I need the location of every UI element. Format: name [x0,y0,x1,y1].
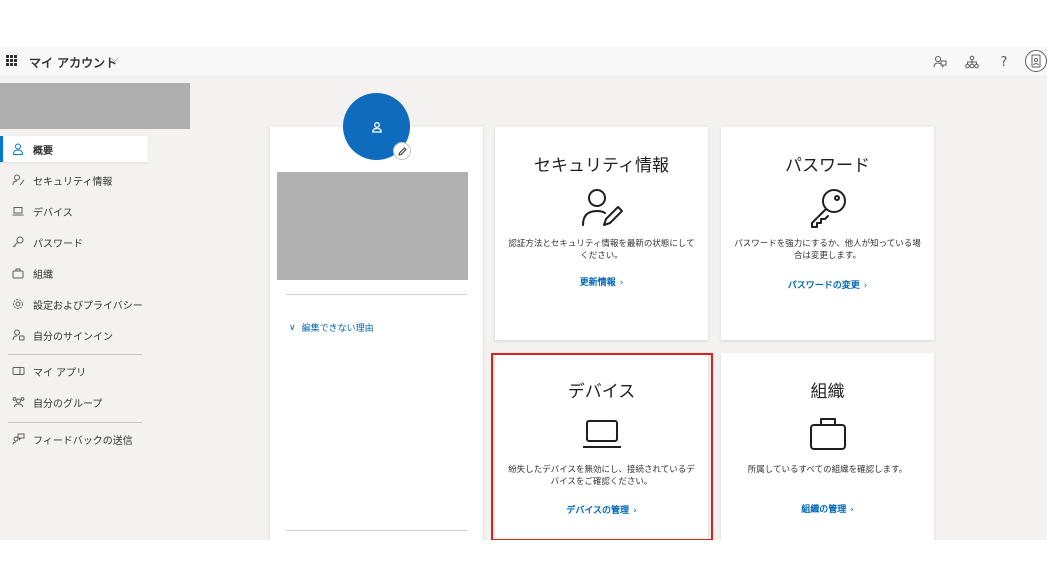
sidebar-item-devices[interactable]: デバイス [0,198,148,224]
sidebar-item-password[interactable]: パスワード [0,229,148,255]
profile-details-redacted [277,172,468,280]
app-launcher-icon[interactable] [6,55,17,66]
help-icon[interactable]: ? [994,52,1014,72]
sidebar-divider [8,422,142,423]
person-pencil-icon [580,187,624,229]
chevron-right-icon: › [863,281,868,291]
tile-description: 所属しているすべての組織を確認します。 [747,465,908,475]
link-label: パスワードの変更 [787,281,860,291]
sidebar-item-label: 設定およびプライバシー [33,301,143,312]
manage-organizations-link[interactable]: 組織の管理 › [721,502,934,515]
briefcase-icon [11,266,25,280]
update-info-link[interactable]: 更新情報 › [495,275,708,288]
app-title-chevron-icon[interactable]: ⌵ [111,54,119,65]
sidebar-item-send-feedback[interactable]: フィードバックの送信 [0,426,148,452]
sidebar-item-label: 自分のグループ [33,399,103,410]
briefcase-icon [806,413,850,455]
why-cannot-edit-label: 編集できない理由 [301,324,374,334]
tile-title: パスワード [785,156,870,176]
sidebar-item-label: パスワード [33,239,83,250]
sidebar-divider [8,354,142,355]
sidebar-item-label: フィードバックの送信 [33,436,133,447]
sidebar-item-my-apps[interactable]: マイ アプリ [0,358,148,384]
sidebar-item-settings-privacy[interactable]: 設定およびプライバシー [0,291,148,317]
link-label: 更新情報 [579,278,616,288]
edit-avatar-pencil-icon[interactable] [393,142,411,160]
sidebar-item-label: 自分のサインイン [33,332,113,343]
top-bar: マイ アカウント ⌵ ? [0,47,1047,77]
sidebar-item-my-signins[interactable]: 自分のサインイン [0,322,148,348]
link-label: 組織の管理 [801,505,847,515]
gear-icon [11,297,25,311]
feedback-icon [11,432,25,446]
laptop-icon [11,204,25,218]
highlight-box [491,353,713,540]
sidebar-item-overview[interactable]: 概要 [0,136,148,162]
sidebar-item-organizations[interactable]: 組織 [0,260,148,286]
tile-title: セキュリティ情報 [534,156,669,176]
person-icon [11,142,25,156]
sidebar-item-my-groups[interactable]: 自分のグループ [0,389,148,415]
sidebar-item-security-info[interactable]: セキュリティ情報 [0,167,148,193]
user-info-redacted [0,83,190,129]
group-icon [11,395,25,409]
why-cannot-edit-link[interactable]: ∨ 編集できない理由 [289,321,374,335]
organization-chart-icon[interactable] [962,52,982,72]
profile-divider [286,294,467,295]
tile-title: 組織 [810,382,845,402]
tile-description: 認証方法とセキュリティ情報を最新の状態にしてください。 [508,239,695,261]
security-info-tile: セキュリティ情報 認証方法とセキュリティ情報を最新の状態にしてください。 更新情… [495,127,708,340]
person-signin-icon [11,328,25,342]
feedback-person-icon[interactable] [930,52,950,72]
change-password-link[interactable]: パスワードの変更 › [721,278,934,291]
chevron-down-icon: ∨ [289,322,296,333]
password-tile: パスワード パスワードを強力にするか、他人が知っている場合は変更します。 パスワ… [721,127,934,340]
sidebar-item-label: デバイス [33,208,73,219]
apps-icon [11,364,25,378]
my-account-app: マイ アカウント ⌵ ? 概要 セキュリティ情報 デバイス パスワード 組織 設… [0,47,1047,540]
organizations-tile: 組織 所属しているすべての組織を確認します。 組織の管理 › [721,353,934,540]
sidebar-item-label: セキュリティ情報 [33,177,113,188]
person-key-icon [11,173,25,187]
app-title[interactable]: マイ アカウント [29,54,117,71]
profile-divider [286,530,467,531]
tile-description: パスワードを強力にするか、他人が知っている場合は変更します。 [734,239,921,261]
key-icon [11,235,25,249]
sidebar-item-label: 概要 [33,146,53,157]
chevron-right-icon: › [850,505,854,515]
chevron-right-icon: › [619,278,624,288]
sidebar-item-label: マイ アプリ [33,368,87,379]
account-avatar-icon[interactable] [1025,50,1047,72]
key-icon [806,187,850,229]
sidebar-item-label: 組織 [33,270,53,281]
